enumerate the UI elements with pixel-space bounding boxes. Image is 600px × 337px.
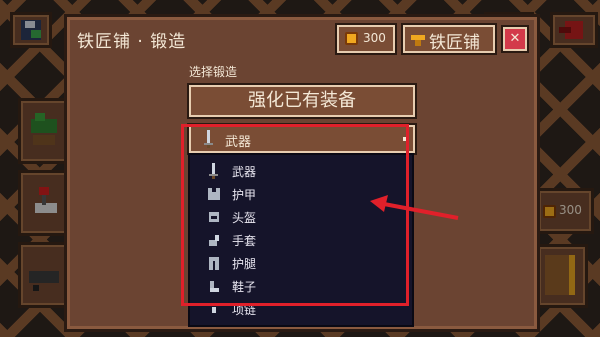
- annotation-arrow-icon: [370, 195, 459, 220]
